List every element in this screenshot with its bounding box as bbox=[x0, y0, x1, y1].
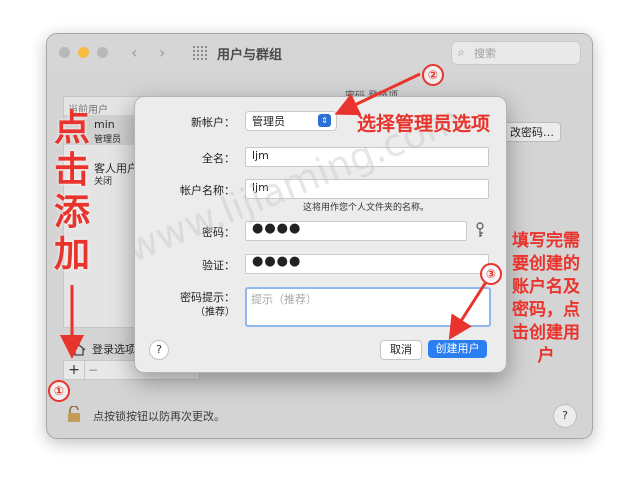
annotation-arrows bbox=[60, 72, 488, 359]
arrow-to-create-button bbox=[448, 281, 488, 341]
arrow-to-account-popup bbox=[334, 72, 421, 116]
